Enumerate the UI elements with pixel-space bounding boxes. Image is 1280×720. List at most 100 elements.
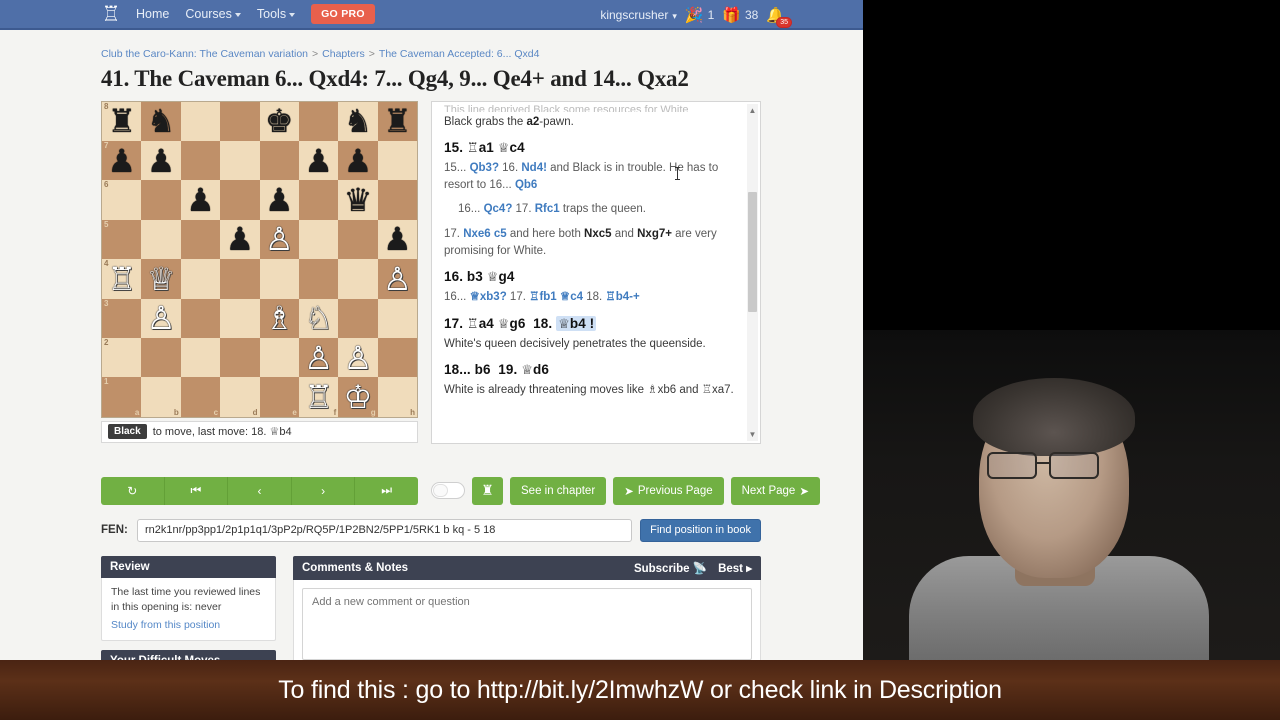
square-b7[interactable]: ♟	[141, 141, 181, 181]
piece-p[interactable]: ♟	[378, 220, 417, 259]
subscribe-button[interactable]: Subscribe 📡	[634, 561, 707, 575]
notation-variation[interactable]: 16... Qc4? 17. Rfc1 traps the queen.	[444, 201, 746, 218]
square-b1[interactable]: b	[141, 377, 181, 417]
notation-panel[interactable]: This line deprived Black some resources …	[431, 100, 761, 444]
piece-P[interactable]: ♙	[338, 338, 377, 377]
square-h2[interactable]	[377, 337, 417, 378]
piece-P[interactable]: ♙	[378, 259, 417, 298]
square-g1[interactable]: g ♔	[338, 377, 378, 417]
square-h6[interactable]	[377, 180, 417, 220]
scroll-down-icon[interactable]: ▼	[748, 430, 757, 439]
previous-move-icon-button[interactable]: ‹	[228, 476, 292, 505]
square-d8[interactable]	[220, 101, 260, 142]
sort-button[interactable]: Best ▸	[718, 561, 752, 575]
piece-q[interactable]: ♛	[338, 180, 377, 219]
square-h8[interactable]: ♜	[377, 101, 417, 142]
user-menu[interactable]: kingscrusher ▾	[600, 8, 677, 22]
piece-P[interactable]: ♙	[260, 220, 299, 259]
square-c4[interactable]	[180, 259, 221, 299]
see-in-chapter-button[interactable]: See in chapter	[510, 476, 607, 505]
square-f6[interactable]	[298, 180, 339, 220]
square-e2[interactable]	[259, 337, 299, 378]
piece-p[interactable]: ♟	[260, 180, 299, 219]
square-e3[interactable]: ♗	[259, 298, 299, 338]
scrollbar-thumb[interactable]	[748, 191, 757, 312]
refresh-flip-icon-button[interactable]: ↻	[101, 476, 165, 505]
square-b4[interactable]: ♕	[141, 259, 181, 299]
gift-stat[interactable]: 🎁 38	[722, 8, 758, 23]
square-c5[interactable]	[180, 219, 221, 260]
square-c8[interactable]	[180, 101, 221, 142]
square-d1[interactable]: d	[220, 377, 260, 417]
square-a3[interactable]: 3	[102, 298, 142, 338]
square-a1[interactable]: 1a	[102, 377, 142, 417]
fen-input[interactable]	[137, 518, 633, 542]
square-f3[interactable]: ♘	[298, 298, 339, 338]
notation-move-line[interactable]: 16. b3 ♕g4	[444, 269, 746, 285]
board-search-icon-button[interactable]: ♜	[472, 476, 503, 505]
fire-streak-stat[interactable]: 🎉 1	[685, 8, 714, 23]
square-g8[interactable]: ♞	[338, 101, 378, 142]
square-c6[interactable]: ♟	[180, 180, 221, 220]
piece-P[interactable]: ♙	[299, 338, 338, 377]
piece-Q[interactable]: ♕	[141, 259, 180, 298]
square-f1[interactable]: f ♖	[298, 377, 339, 417]
square-a5[interactable]: 5	[102, 219, 142, 260]
piece-K[interactable]: ♔	[338, 377, 377, 416]
square-e5[interactable]: ♙	[259, 219, 299, 260]
piece-k[interactable]: ♚	[260, 102, 299, 141]
square-f8[interactable]	[298, 101, 339, 142]
breadcrumb-item-0[interactable]: Club the Caro-Kann: The Caveman variatio…	[101, 48, 308, 60]
difficult-moves-panel-header[interactable]: Your Difficult Moves	[101, 650, 276, 660]
square-b2[interactable]	[141, 337, 181, 378]
notation-variation[interactable]: 17. Nxe6 c5 and here both Nxc5 and Nxg7+…	[444, 226, 746, 259]
chess-board[interactable]: 8 ♜ ♞ ♚ ♞ ♜ 7 ♟ ♟ ♟ ♟ 6 ♟ ♟ ♛ 5 ♟ ♙ ♟ 4 ♖ ♕ ♙ 3 ♙ ♗ ♘ 2 ♙ ♙ 1 a b c d e f ♖ g ♔…	[101, 100, 418, 418]
square-d6[interactable]	[220, 180, 260, 220]
piece-p[interactable]: ♟	[338, 141, 377, 180]
piece-p[interactable]: ♟	[102, 141, 141, 180]
find-position-in-book-button[interactable]: Find position in book	[640, 518, 761, 542]
breadcrumb-item-1[interactable]: Chapters	[322, 48, 365, 60]
square-b3[interactable]: ♙	[141, 298, 181, 338]
nav-link-home[interactable]: Home	[136, 7, 169, 21]
piece-P[interactable]: ♙	[141, 299, 180, 338]
square-f5[interactable]	[298, 219, 339, 260]
square-b6[interactable]	[141, 180, 181, 220]
square-g3[interactable]	[338, 298, 378, 338]
piece-n[interactable]: ♞	[141, 102, 180, 141]
piece-p[interactable]: ♟	[141, 141, 180, 180]
piece-R[interactable]: ♖	[299, 377, 338, 416]
study-from-position-link[interactable]: Study from this position	[111, 619, 220, 631]
square-a8[interactable]: 8 ♜	[102, 101, 142, 142]
piece-p[interactable]: ♟	[299, 141, 338, 180]
square-d3[interactable]	[220, 298, 260, 338]
piece-R[interactable]: ♖	[102, 259, 141, 298]
piece-r[interactable]: ♜	[102, 102, 141, 141]
square-e6[interactable]: ♟	[259, 180, 299, 220]
square-f7[interactable]: ♟	[298, 141, 339, 181]
breadcrumb-item-2[interactable]: The Caveman Accepted: 6... Qxd4	[379, 48, 540, 60]
square-g6[interactable]: ♛	[338, 180, 378, 220]
piece-p[interactable]: ♟	[220, 220, 259, 259]
square-h7[interactable]	[377, 141, 417, 181]
notation-variation[interactable]: 15... Qb3? 16. Nd4! and Black is in trou…	[444, 160, 746, 193]
notation-move-line[interactable]: 17. ♖a4 ♕g6 18. ♕b4 !	[444, 316, 746, 332]
square-h4[interactable]: ♙	[377, 259, 417, 299]
notation-variation[interactable]: 16... ♕xb3? 17. ♖fb1 ♕c4 18. ♖b4-+	[444, 289, 746, 306]
next-page-button[interactable]: Next Page ➤	[730, 476, 820, 505]
piece-N[interactable]: ♘	[299, 299, 338, 338]
square-b5[interactable]	[141, 219, 181, 260]
square-c7[interactable]	[180, 141, 221, 181]
square-e4[interactable]	[259, 259, 299, 299]
square-c1[interactable]: c	[180, 377, 221, 417]
square-g7[interactable]: ♟	[338, 141, 378, 181]
notation-move-line[interactable]: 18... b6 19. ♕d6	[444, 362, 746, 378]
piece-B[interactable]: ♗	[260, 299, 299, 338]
square-e1[interactable]: e	[259, 377, 299, 417]
square-a2[interactable]: 2	[102, 337, 142, 378]
piece-r[interactable]: ♜	[378, 102, 417, 141]
square-h1[interactable]: h	[377, 377, 417, 417]
square-d4[interactable]	[220, 259, 260, 299]
skip-to-end-icon-button[interactable]: ⏭	[355, 476, 418, 505]
square-e7[interactable]	[259, 141, 299, 181]
